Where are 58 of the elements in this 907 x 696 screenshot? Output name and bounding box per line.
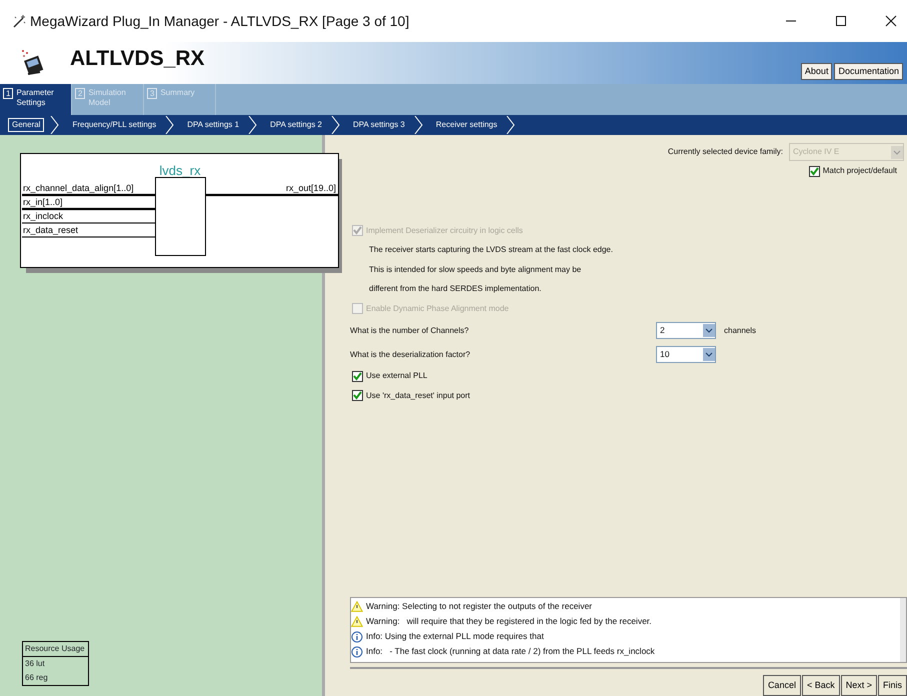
chevron-icon <box>414 116 423 134</box>
input-port: rx_inclock <box>22 211 156 224</box>
message-text: Info: Using the external PLL mode requires that <box>366 630 544 643</box>
chevron-icon <box>248 116 258 134</box>
step-tab[interactable]: Frequency/PLL settings <box>69 118 160 132</box>
step-tab[interactable]: DPA settings 3 <box>350 118 408 132</box>
checkbox-label: Match project/default <box>822 165 897 177</box>
message-text: Info: - The fast clock (running at data rate / 2) from the PLL feeds rx_inclock <box>366 645 655 658</box>
checkbox[interactable] <box>808 166 820 176</box>
chevron-icon <box>331 116 340 134</box>
field-label: Currently selected device family: <box>668 146 783 158</box>
next-button[interactable]: Next > <box>840 675 877 696</box>
checkbox[interactable] <box>352 370 363 382</box>
close-icon[interactable] <box>885 15 897 27</box>
input-port: rx_in[1..0] <box>22 197 155 210</box>
question-label: What is the deserialization factor? <box>350 348 472 360</box>
block-title: lvds_rx <box>159 163 201 178</box>
wand-icon <box>12 14 26 28</box>
checkbox-label: Implement Deserializer circuitry in logic cells <box>366 224 523 237</box>
warning-icon <box>351 616 363 627</box>
option-dropdown[interactable]: 10 <box>656 346 716 363</box>
input-port: rx_channel_data_align[1..0] <box>22 183 155 196</box>
chevron-icon <box>165 116 174 134</box>
chevron-icon <box>50 116 60 134</box>
step-tab[interactable]: DPA settings 2 <box>267 118 325 132</box>
input-port: rx_data_reset <box>22 225 156 238</box>
chip-icon <box>20 48 46 78</box>
option-dropdown[interactable]: 2 <box>656 322 716 339</box>
scrollbar[interactable] <box>900 598 906 662</box>
description-text: This is intended for slow speeds and byte alignment may be <box>369 264 582 276</box>
chevron-icon <box>506 116 516 134</box>
description-text: The receiver starts capturing the LVDS stream at the fast clock edge. <box>369 244 613 256</box>
checkbox[interactable] <box>352 390 363 402</box>
step-tab[interactable]: DPA settings 1 <box>184 118 242 132</box>
warning-icon <box>351 601 363 612</box>
checkbox-label: Enable Dynamic Phase Alignment mode <box>366 302 509 315</box>
wizard-title: ALTLVDS_RX <box>70 46 205 72</box>
message-text: Warning: will require that they be registered in the logic fed by the receiver. <box>366 615 652 628</box>
table-cell-text: 36 lut <box>24 658 46 670</box>
message-text: Warning: Selecting to not register the outputs of the receiver <box>366 600 592 613</box>
checkbox-label: Use external PLL <box>366 370 428 382</box>
finish-button[interactable]: Finis <box>878 675 907 696</box>
output-port: rx_out[19..0] <box>206 183 338 196</box>
step-tab[interactable]: General <box>8 118 44 132</box>
checkbox-label: Use 'rx_data_reset' input port <box>366 390 470 402</box>
unit-label: channels <box>724 324 756 336</box>
description-text: different from the hard SERDES implementation. <box>369 283 542 296</box>
step-tab[interactable]: Receiver settings <box>432 118 500 132</box>
about-button[interactable]: About <box>800 63 832 80</box>
back-button[interactable]: < Back <box>802 675 840 696</box>
window-title: MegaWizard Plug_In Manager - ALTLVDS_RX [Page 3 of 10] <box>30 12 410 31</box>
cancel-button[interactable]: Cancel <box>762 675 801 696</box>
table-header: Resource Usage <box>23 642 88 657</box>
wizard-tab[interactable]: 1 Parameter Settings <box>0 84 72 115</box>
maximize-icon[interactable] <box>835 15 847 27</box>
documentation-button[interactable]: Documentation <box>834 63 903 80</box>
question-label: What is the number of Channels? <box>350 324 470 336</box>
table-cell-text: 66 reg <box>24 672 49 684</box>
